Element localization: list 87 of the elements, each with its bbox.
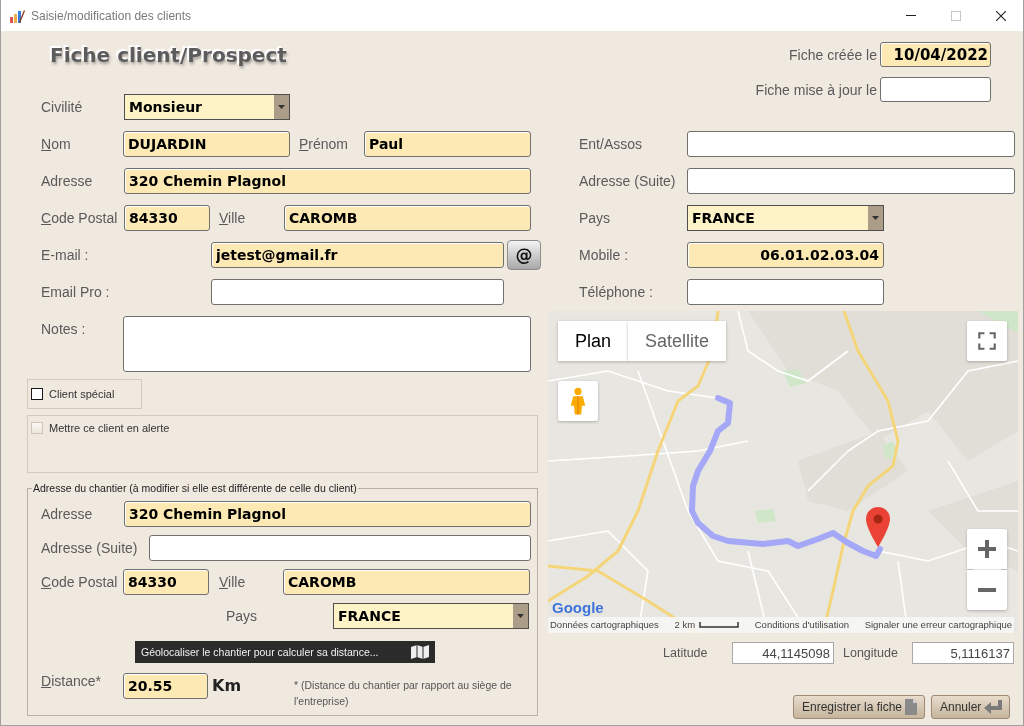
close-icon	[995, 10, 1006, 21]
distance-label: Distance*	[41, 673, 102, 689]
postal-code-field[interactable]: 84330	[124, 205, 210, 231]
zoom-in-button[interactable]	[967, 529, 1007, 569]
folded-map-icon	[411, 645, 429, 659]
site-postal-code-field[interactable]: 84330	[123, 569, 209, 595]
checkbox-label: Client spécial	[49, 387, 115, 401]
latitude-field[interactable]: 44,1145098	[732, 642, 834, 664]
site-country-label: Pays	[226, 608, 259, 624]
park-area	[755, 509, 776, 523]
site-country-select[interactable]: FRANCE	[333, 603, 529, 629]
site-city-field[interactable]: CAROMB	[283, 569, 530, 595]
scale-bar-icon	[699, 622, 740, 628]
map-type-tab[interactable]: Plan	[558, 321, 628, 361]
last-name-label: Nom	[41, 136, 72, 152]
city-field[interactable]: CAROMB	[284, 205, 531, 231]
country-label: Pays	[579, 210, 612, 226]
person-icon	[570, 387, 586, 415]
unit-label: Km	[212, 675, 242, 697]
site-postal-code-label: Code Postal	[41, 574, 119, 590]
site-city-label: Ville	[219, 574, 247, 590]
created-date-field[interactable]: 10/04/2022	[880, 42, 991, 67]
map-pin-icon	[866, 507, 890, 547]
email-field[interactable]: jetest@gmail.fr	[211, 242, 504, 268]
mobile-label: Mobile :	[579, 247, 630, 263]
address-label: Adresse	[41, 173, 94, 189]
checkbox-label: Mettre ce client en alerte	[49, 422, 170, 435]
first-name-label: Prénom	[299, 136, 350, 152]
map-type-tab[interactable]: Satellite	[628, 321, 726, 361]
address-2-label: Adresse (Suite)	[579, 173, 677, 189]
terms-link[interactable]: Conditions d'utilisation	[754, 617, 849, 633]
country-select[interactable]: FRANCE	[687, 205, 884, 231]
address-2-field[interactable]	[687, 168, 1015, 194]
scale-text: 2 km	[674, 618, 696, 632]
site-address-2-field[interactable]	[149, 535, 531, 561]
distance-field[interactable]: 20.55	[123, 673, 208, 699]
report-error-link[interactable]: Signaler une erreur cartographique	[864, 617, 1012, 633]
park-area	[978, 311, 1018, 333]
site-address-label: Adresse	[41, 506, 94, 522]
city-label: Ville	[219, 210, 247, 226]
geolocate-button[interactable]: Géolocaliser le chantier pour calculer sa distance...	[135, 641, 435, 663]
phone-label: Téléphone :	[579, 284, 654, 300]
map-logo: Google	[552, 600, 604, 616]
document-icon	[905, 699, 917, 715]
fullscreen-icon	[978, 332, 996, 350]
longitude-label: Longitude	[843, 646, 899, 660]
address-field[interactable]: 320 Chemin Plagnol	[124, 168, 531, 194]
site-address-2-label: Adresse (Suite)	[41, 540, 139, 556]
maximize-icon	[950, 10, 961, 21]
app-icon	[9, 7, 25, 24]
civility-label: Civilité	[41, 99, 84, 115]
first-name-field[interactable]: Paul	[364, 131, 531, 157]
civility-select[interactable]: Monsieur	[124, 94, 290, 120]
zoom-out-button[interactable]	[967, 570, 1007, 610]
site-address-field[interactable]: 320 Chemin Plagnol	[124, 501, 531, 527]
updated-date-field[interactable]	[880, 77, 991, 102]
notes-label: Notes :	[41, 321, 87, 337]
longitude-field[interactable]: 5,1116137	[912, 642, 1014, 664]
fullscreen-button[interactable]	[967, 321, 1007, 361]
email-button[interactable]: @	[507, 240, 541, 270]
park-area	[783, 369, 806, 387]
email-label: E-mail :	[41, 247, 90, 263]
checkbox[interactable]	[31, 388, 43, 400]
postal-code-label: Code Postal	[41, 210, 119, 226]
distance-footnote: * (Distance du chantier par rapport au siège de l'entreprise)	[294, 678, 513, 709]
plus-icon	[978, 540, 996, 558]
company-label: Ent/Assos	[579, 136, 644, 152]
map-data-text: Données cartographiques	[550, 618, 659, 632]
email-pro-field[interactable]	[211, 279, 504, 305]
phone-field[interactable]	[687, 279, 884, 305]
group-legend: Adresse du chantier (à modifier si elle est différente de celle du client)	[32, 481, 358, 495]
company-field[interactable]	[687, 131, 1015, 157]
return-arrow-icon	[984, 700, 1002, 714]
window-title: Saisie/modification des clients	[31, 8, 193, 23]
updated-date-label: Fiche mise à jour le	[755, 81, 877, 98]
cancel-button[interactable]: Annuler	[931, 695, 1010, 719]
mobile-field[interactable]: 06.01.02.03.04	[687, 242, 884, 268]
form-heading: Fiche client/Prospect	[50, 42, 287, 69]
created-date-label: Fiche créée le	[789, 46, 877, 63]
minimize-icon	[905, 15, 916, 16]
latitude-label: Latitude	[663, 646, 709, 660]
minus-icon	[978, 588, 996, 592]
notes-field[interactable]	[123, 316, 531, 372]
last-name-field[interactable]: DUJARDIN	[123, 131, 290, 157]
email-pro-label: Email Pro :	[41, 284, 111, 300]
park-area	[883, 441, 898, 459]
save-button[interactable]: Enregistrer la fiche	[793, 695, 925, 719]
